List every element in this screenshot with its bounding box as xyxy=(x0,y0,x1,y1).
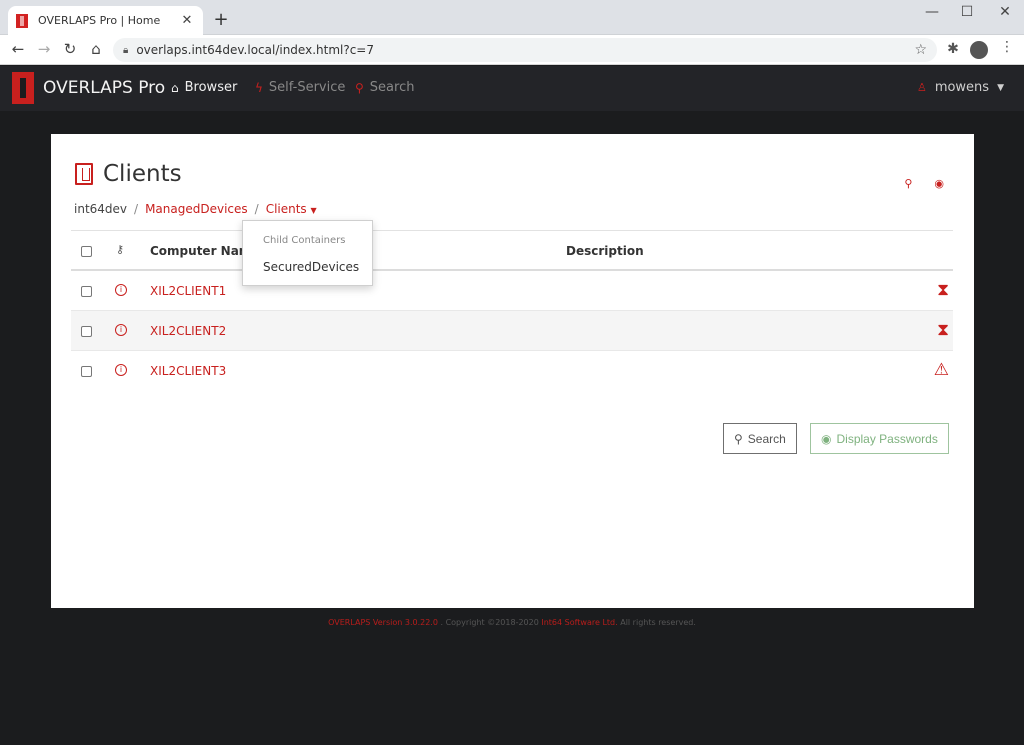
overlaps-logo-icon[interactable] xyxy=(12,72,34,104)
new-tab-button[interactable]: + xyxy=(211,9,231,30)
child-containers-dropdown: Child Containers SecuredDevices xyxy=(242,220,373,286)
browser-tab-strip: OVERLAPS Pro | Home ✕ + — ☐ ✕ xyxy=(0,0,1024,35)
nav-browser[interactable]: ⌂ Browser xyxy=(171,80,237,95)
footer-version: OVERLAPS Version 3.0.22.0 xyxy=(328,618,438,627)
clients-table: ⚷ Computer Name Description i XIL2CLIENT… xyxy=(71,230,953,391)
extensions-puzzle-icon[interactable]: ✱ xyxy=(944,41,962,57)
breadcrumb: int64dev / ManagedDevices / Clients ▼ xyxy=(74,202,317,216)
browser-menu-icon[interactable]: ⋮ xyxy=(1000,39,1014,55)
dropdown-header: Child Containers xyxy=(263,235,346,246)
clients-card: Clients ⚲ ◉ int64dev / ManagedDevices / … xyxy=(51,134,974,608)
footer-rights: All rights reserved. xyxy=(620,618,696,627)
maximize-icon[interactable]: ☐ xyxy=(952,4,982,20)
header-description[interactable]: Description xyxy=(566,244,644,258)
computer-name-link[interactable]: XIL2CLIENT1 xyxy=(150,284,226,298)
table-row: i XIL2CLIENT2 ⧗ xyxy=(71,311,953,351)
overlaps-favicon-icon xyxy=(16,13,28,28)
footer-copyright: . Copyright ©2018-2020 xyxy=(440,618,539,627)
reload-icon[interactable]: ↻ xyxy=(60,40,80,58)
info-icon[interactable]: i xyxy=(115,284,127,296)
table-row: i XIL2CLIENT3 ⚠ xyxy=(71,351,953,391)
url-text[interactable]: overlaps.int64dev.local/index.html?c=7 xyxy=(136,43,914,57)
minimize-icon[interactable]: — xyxy=(917,4,947,20)
breadcrumb-clients[interactable]: Clients ▼ xyxy=(266,202,317,216)
info-icon[interactable]: i xyxy=(115,364,127,376)
footer-company-link[interactable]: Int64 Software Ltd. xyxy=(541,618,617,627)
brand-name[interactable]: OVERLAPS Pro xyxy=(43,78,165,98)
app-navbar: OVERLAPS Pro ⌂ Browser ϟ Self-Service ⚲ … xyxy=(0,66,1024,111)
warning-icon: ⚠ xyxy=(933,360,949,380)
key-icon: ⚷ xyxy=(116,243,125,256)
eye-icon[interactable]: ◉ xyxy=(934,177,944,190)
eye-icon: ◉ xyxy=(821,431,832,446)
footer: OVERLAPS Version 3.0.22.0 . Copyright ©2… xyxy=(0,618,1024,627)
row-checkbox[interactable] xyxy=(81,366,92,377)
dropdown-item-secured-devices[interactable]: SecuredDevices xyxy=(263,260,359,274)
row-checkbox[interactable] xyxy=(81,326,92,337)
user-icon: ♙ xyxy=(916,81,927,94)
breadcrumb-managed-devices[interactable]: ManagedDevices xyxy=(145,202,248,216)
bolt-icon: ϟ xyxy=(255,80,263,95)
home-icon: ⌂ xyxy=(171,80,179,95)
user-menu[interactable]: ♙ mowens ▼ xyxy=(917,80,1004,95)
search-icon: ⚲ xyxy=(734,431,743,446)
card-tools: ⚲ ◉ xyxy=(904,177,944,190)
nav-self-service[interactable]: ϟ Self-Service xyxy=(255,80,345,95)
browser-toolbar: ← → ↻ ⌂ 🔒︎ overlaps.int64dev.local/index… xyxy=(0,35,1024,65)
page-title: Clients xyxy=(75,161,182,187)
lock-icon: 🔒︎ xyxy=(123,44,129,56)
search-icon: ⚲ xyxy=(355,80,364,95)
computer-name-link[interactable]: XIL2CLIENT2 xyxy=(150,324,226,338)
back-arrow-icon[interactable]: ← xyxy=(8,40,28,58)
window-close-icon[interactable]: ✕ xyxy=(990,4,1020,20)
address-bar[interactable]: 🔒︎ overlaps.int64dev.local/index.html?c=… xyxy=(113,38,937,62)
computer-name-link[interactable]: XIL2CLIENT3 xyxy=(150,364,226,378)
hourglass-icon: ⧗ xyxy=(937,320,949,340)
profile-avatar-icon[interactable] xyxy=(970,41,988,59)
search-icon[interactable]: ⚲ xyxy=(904,177,912,190)
forward-arrow-icon[interactable]: → xyxy=(34,40,54,58)
chevron-down-icon: ▼ xyxy=(997,82,1004,93)
table-row: i XIL2CLIENT1 ⧗ xyxy=(71,271,953,311)
breadcrumb-root: int64dev xyxy=(74,202,128,216)
caret-down-icon: ▼ xyxy=(310,206,317,215)
browser-tab[interactable]: OVERLAPS Pro | Home ✕ xyxy=(8,6,203,35)
table-header: ⚷ Computer Name Description xyxy=(71,230,953,271)
bookmark-star-icon[interactable]: ☆ xyxy=(914,42,927,58)
hourglass-icon: ⧗ xyxy=(937,280,949,300)
select-all-checkbox[interactable] xyxy=(81,246,92,257)
container-icon xyxy=(75,163,93,185)
display-passwords-button[interactable]: ◉ Display Passwords xyxy=(810,423,949,454)
search-button[interactable]: ⚲ Search xyxy=(723,423,797,454)
row-checkbox[interactable] xyxy=(81,286,92,297)
tab-close-icon[interactable]: ✕ xyxy=(179,13,195,28)
username: mowens xyxy=(934,80,990,95)
home-button-icon[interactable]: ⌂ xyxy=(86,40,106,58)
info-icon[interactable]: i xyxy=(115,324,127,336)
nav-search[interactable]: ⚲ Search xyxy=(355,80,414,95)
tab-title: OVERLAPS Pro | Home xyxy=(38,14,161,27)
